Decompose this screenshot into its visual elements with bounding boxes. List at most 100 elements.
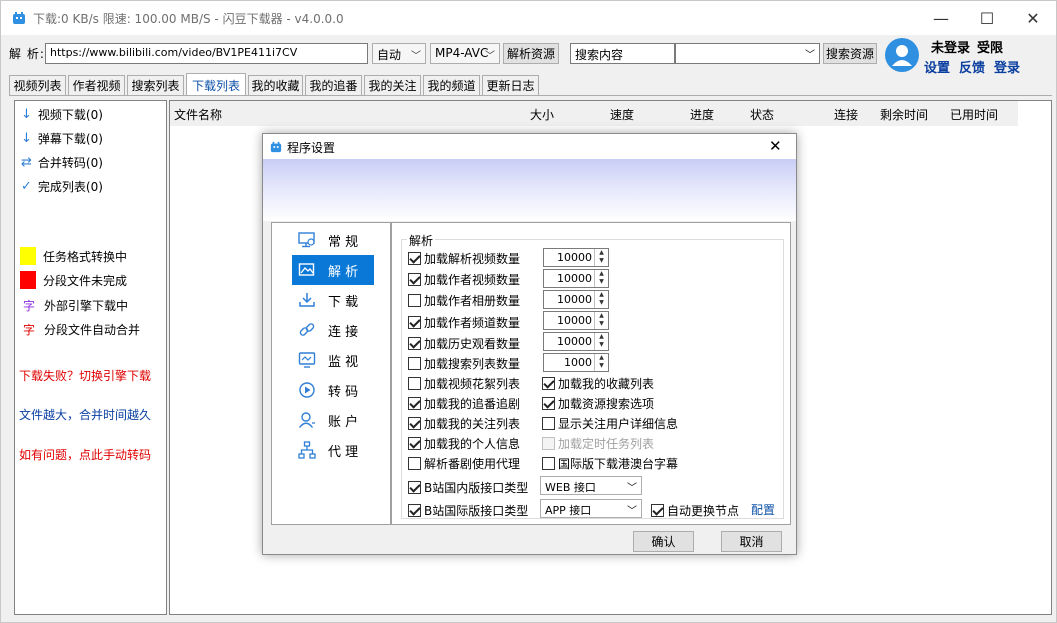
option-my-favorites[interactable]: 加载我的收藏列表 [542, 375, 654, 392]
cancel-button[interactable]: 取消 [721, 531, 782, 552]
column-header-status[interactable]: 状态 [750, 106, 774, 123]
nav-connection[interactable]: 连 接 [292, 315, 374, 345]
url-input[interactable]: https://www.bilibili.com/video/BV1PE411i… [45, 43, 368, 64]
option-follow-details[interactable]: 显示关注用户详细信息 [542, 415, 678, 432]
feedback-link[interactable]: 反馈 [959, 57, 985, 76]
mode-select[interactable]: 自动 ﹀ [372, 43, 426, 64]
nav-parse[interactable]: 解 析 [292, 255, 374, 285]
tab-video-list[interactable]: 视频列表 [9, 75, 66, 95]
tab-my-channels[interactable]: 我的频道 [423, 75, 480, 95]
checkbox[interactable] [408, 294, 421, 307]
column-header-connections[interactable]: 连接 [834, 106, 858, 123]
option-my-profile[interactable]: 加载我的个人信息 [408, 435, 520, 452]
config-link[interactable]: 配置 [751, 501, 775, 518]
nav-transcode[interactable]: 转 码 [292, 375, 374, 405]
option-bangumi-proxy[interactable]: 解析番剧使用代理 [408, 455, 520, 472]
author-album-count-stepper[interactable]: 10000 ▲ ▼ [543, 290, 609, 309]
column-header-size[interactable]: 大小 [530, 106, 554, 123]
title-bar[interactable]: 下载:0 KB/s 限速: 100.00 MB/S - 闪豆下载器 - v4.0… [1, 1, 1056, 35]
checkbox[interactable] [408, 457, 421, 470]
checkbox[interactable] [408, 437, 421, 450]
author-video-count-stepper[interactable]: 10000 ▲ ▼ [543, 269, 609, 288]
tab-changelog[interactable]: 更新日志 [482, 75, 539, 95]
checkbox[interactable] [542, 397, 555, 410]
category-completed[interactable]: ✓ 完成列表(0) [21, 178, 103, 195]
search-type-select[interactable]: ﹀ [675, 43, 820, 64]
option-author-album-count[interactable]: 加载作者相册数量 [408, 292, 520, 309]
spin-arrows-icon[interactable]: ▲ ▼ [594, 333, 608, 350]
dialog-close-button[interactable]: ✕ [769, 137, 782, 155]
tab-download-list[interactable]: 下载列表 [186, 73, 246, 96]
option-video-extras[interactable]: 加载视频花絮列表 [408, 375, 520, 392]
parse-video-count-stepper[interactable]: 10000 ▲ ▼ [543, 248, 609, 267]
search-input[interactable]: 搜索内容 [570, 43, 675, 64]
avatar[interactable] [885, 38, 919, 72]
checkbox[interactable] [408, 397, 421, 410]
spin-arrows-icon[interactable]: ▲ ▼ [594, 249, 608, 266]
option-domestic-api[interactable]: B站国内版接口类型 [408, 479, 528, 496]
category-video-download[interactable]: ↓ 视频下载(0) [21, 106, 103, 123]
option-hk-subtitles[interactable]: 国际版下载港澳台字幕 [542, 455, 678, 472]
nav-download[interactable]: 下 载 [292, 285, 374, 315]
checkbox[interactable] [408, 337, 421, 350]
login-link[interactable]: 登录 [994, 57, 1020, 76]
column-header-filename[interactable]: 文件名称 [174, 106, 222, 123]
option-auto-switch-node[interactable]: 自动更换节点 [651, 502, 739, 519]
checkbox[interactable] [408, 377, 421, 390]
search-button[interactable]: 搜索资源 [823, 43, 877, 64]
checkbox[interactable] [408, 417, 421, 430]
option-history-count[interactable]: 加载历史观看数量 [408, 335, 520, 352]
checkbox[interactable] [408, 252, 421, 265]
intl-api-select[interactable]: APP 接口 ﹀ [540, 499, 642, 518]
ok-button[interactable]: 确认 [633, 531, 694, 552]
checkbox[interactable] [542, 377, 555, 390]
option-search-list-count[interactable]: 加载搜索列表数量 [408, 355, 520, 372]
settings-link[interactable]: 设置 [924, 57, 950, 76]
option-author-channel-count[interactable]: 加载作者频道数量 [408, 314, 520, 331]
column-header-remaining[interactable]: 剩余时间 [880, 106, 928, 123]
option-search-options[interactable]: 加载资源搜索选项 [542, 395, 654, 412]
codec-select[interactable]: MP4-AVC ﹀ [430, 43, 500, 64]
option-intl-api[interactable]: B站国际版接口类型 [408, 502, 528, 519]
nav-proxy[interactable]: 代 理 [292, 435, 374, 465]
manual-transcode-link[interactable]: 如有问题，点此手动转码 [19, 446, 151, 463]
tab-author-videos[interactable]: 作者视频 [68, 75, 125, 95]
close-button[interactable]: ✕ [1010, 1, 1056, 35]
checkbox[interactable] [408, 357, 421, 370]
tab-search-list[interactable]: 搜索列表 [127, 75, 184, 95]
spin-arrows-icon[interactable]: ▲ ▼ [594, 354, 608, 371]
column-header-progress[interactable]: 进度 [690, 106, 714, 123]
checkbox[interactable] [408, 316, 421, 329]
tab-my-follows[interactable]: 我的关注 [364, 75, 421, 95]
checkbox[interactable] [408, 273, 421, 286]
switch-engine-link[interactable]: 下载失败？切换引擎下载 [19, 367, 151, 384]
spin-arrows-icon[interactable]: ▲ ▼ [594, 291, 608, 308]
tab-my-favorites[interactable]: 我的收藏 [248, 75, 303, 95]
spin-arrows-icon[interactable]: ▲ ▼ [594, 270, 608, 287]
category-danmaku-download[interactable]: ↓ 弹幕下载(0) [21, 130, 103, 147]
parse-button[interactable]: 解析资源 [503, 43, 559, 64]
tab-my-bangumi[interactable]: 我的追番 [305, 75, 362, 95]
nav-general[interactable]: 常 规 [292, 225, 374, 255]
author-channel-count-stepper[interactable]: 10000 ▲ ▼ [543, 311, 609, 330]
category-merge-transcode[interactable]: ⇄ 合并转码(0) [21, 154, 103, 171]
maximize-button[interactable]: ☐ [964, 1, 1010, 35]
spin-arrows-icon[interactable]: ▲ ▼ [594, 312, 608, 329]
dialog-title-bar[interactable]: 程序设置 ✕ [263, 134, 796, 159]
option-parse-video-count[interactable]: 加载解析视频数量 [408, 250, 520, 267]
column-header-speed[interactable]: 速度 [610, 106, 634, 123]
search-list-count-stepper[interactable]: 1000 ▲ ▼ [543, 353, 609, 372]
history-count-stepper[interactable]: 10000 ▲ ▼ [543, 332, 609, 351]
option-my-bangumi[interactable]: 加载我的追番追剧 [408, 395, 520, 412]
option-my-follows[interactable]: 加载我的关注列表 [408, 415, 520, 432]
domestic-api-select[interactable]: WEB 接口 ﹀ [540, 476, 642, 495]
nav-monitor[interactable]: 监 视 [292, 345, 374, 375]
checkbox[interactable] [542, 457, 555, 470]
nav-account[interactable]: 账 户 [292, 405, 374, 435]
checkbox[interactable] [408, 504, 421, 517]
checkbox[interactable] [408, 481, 421, 494]
option-author-video-count[interactable]: 加载作者视频数量 [408, 271, 520, 288]
checkbox[interactable] [651, 504, 664, 517]
column-header-elapsed[interactable]: 已用时间 [950, 106, 998, 123]
minimize-button[interactable]: — [918, 1, 964, 35]
